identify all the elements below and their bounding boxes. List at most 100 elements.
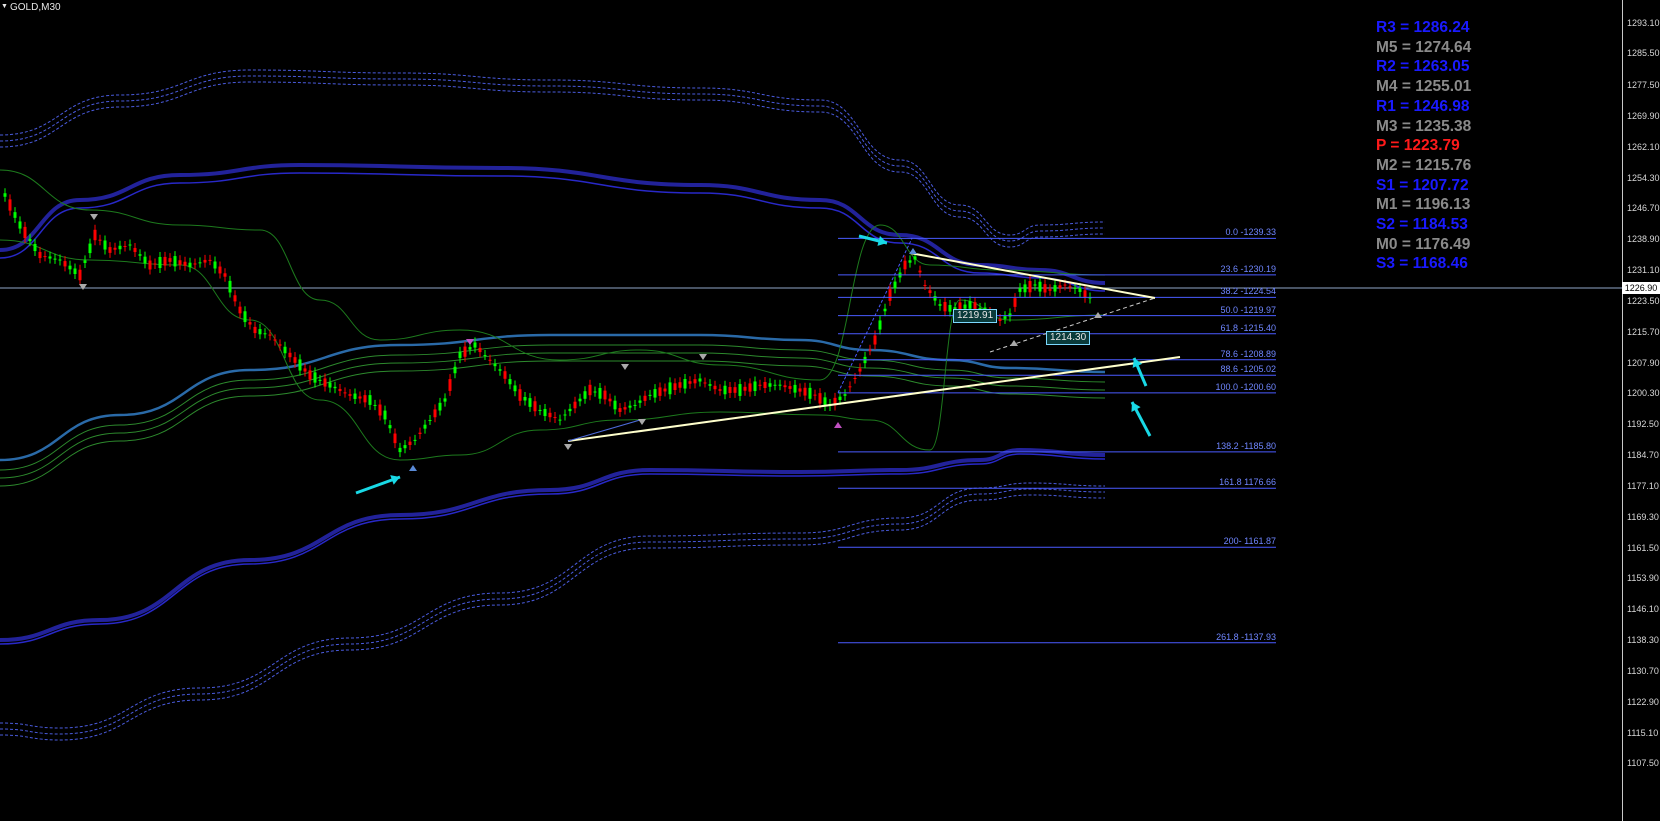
fib-level-label: 100.0 -1200.60	[1215, 381, 1276, 392]
pivot-value: 1235.38	[1415, 117, 1472, 135]
fractal-marker	[564, 444, 572, 450]
candle-body	[38, 251, 42, 259]
candle-body	[338, 388, 342, 392]
pivot-value: 1274.64	[1415, 38, 1472, 56]
pivot-name: M4	[1376, 78, 1398, 96]
candle-body	[678, 382, 682, 388]
price-tick-label: 1115.10	[1627, 727, 1659, 738]
candle-body	[403, 445, 407, 449]
candle-body	[548, 412, 552, 418]
candle-body	[598, 387, 602, 399]
pivot-name: M0	[1376, 235, 1398, 253]
pivot-level-s3: S3 = 1168.46	[1376, 254, 1506, 274]
candle-body	[328, 382, 332, 388]
upper-band-line	[0, 172, 1106, 292]
price-tick-label: 1177.10	[1627, 480, 1659, 491]
candle-body	[908, 260, 912, 263]
pivot-equals: =	[1390, 137, 1404, 155]
candle-body	[393, 433, 397, 444]
candle-body	[193, 263, 197, 265]
candle-body	[523, 396, 527, 401]
candle-body	[473, 342, 477, 348]
candle-body	[538, 409, 542, 411]
candle-body	[513, 385, 517, 392]
fractal-marker	[699, 354, 707, 360]
pivot-level-m4: M4 = 1255.01	[1376, 77, 1506, 97]
price-tick-label: 1293.10	[1627, 18, 1660, 28]
candle-body	[198, 262, 202, 264]
candle-body	[133, 247, 137, 253]
pivot-value: 1184.53	[1412, 216, 1468, 234]
candle-body	[383, 410, 387, 420]
candle-body	[933, 296, 937, 301]
candle-body	[33, 243, 37, 252]
candle-body	[418, 432, 422, 435]
candle-body	[58, 259, 62, 261]
candle-body	[968, 301, 972, 309]
candle-body	[688, 381, 692, 384]
candle-body	[658, 387, 662, 396]
pivot-equals: =	[1397, 117, 1416, 135]
candle-body	[878, 320, 882, 330]
candle-body	[228, 280, 232, 293]
candle-body	[843, 394, 847, 396]
candle-body	[1038, 281, 1042, 292]
pivot-name: M1	[1376, 196, 1398, 214]
candle-body	[63, 261, 67, 267]
price-tick-label: 1269.90	[1627, 110, 1660, 121]
candle-body	[813, 394, 817, 396]
candle-body	[573, 401, 577, 409]
candle-body	[293, 357, 297, 363]
candle-body	[158, 256, 162, 269]
pivot-equals: =	[1395, 19, 1414, 36]
candle-body	[1028, 281, 1032, 293]
candle-body	[373, 404, 377, 406]
candle-body	[708, 384, 712, 386]
upper-envelope-line	[0, 75, 1106, 242]
candle-body	[348, 394, 352, 396]
pivot-name: R2	[1376, 58, 1396, 76]
pivot-value: 1168.46	[1412, 255, 1468, 273]
candle-body	[18, 221, 22, 229]
candle-body	[753, 381, 757, 392]
pivot-value: 1196.13	[1415, 196, 1471, 214]
candle-body	[458, 351, 462, 359]
fib-level-label: 200- 1161.87	[1223, 536, 1276, 547]
candle-body	[533, 401, 537, 412]
candle-body	[728, 387, 732, 393]
candle-body	[518, 389, 522, 401]
price-tick-label: 1184.70	[1627, 450, 1659, 461]
pivot-value: 1215.76	[1415, 156, 1472, 174]
middle-band-line	[0, 344, 1106, 471]
candle-body	[258, 329, 262, 335]
candle-body	[893, 281, 897, 289]
candle-body	[588, 384, 592, 396]
candle-body	[168, 258, 172, 262]
candle-body	[148, 260, 152, 270]
pivot-value: 1263.05	[1413, 58, 1470, 76]
candle-body	[1073, 287, 1077, 289]
pivot-equals: =	[1397, 196, 1416, 214]
candle-body	[138, 254, 142, 256]
candle-body	[913, 256, 917, 260]
pivot-name: R1	[1376, 97, 1396, 115]
candle-body	[1063, 284, 1067, 286]
pivot-level-p: P = 1223.79	[1376, 136, 1506, 156]
price-tick-label: 1153.90	[1627, 573, 1659, 583]
pivot-level-r2: R2 = 1263.05	[1376, 57, 1506, 77]
price-tick-label: 1161.50	[1627, 542, 1659, 553]
candle-body	[298, 359, 302, 371]
candle-body	[213, 261, 217, 269]
candle-body	[873, 335, 877, 345]
candle-body	[1008, 313, 1012, 317]
upper-envelope-line	[0, 69, 1106, 236]
upper-envelope-line	[0, 81, 1106, 248]
candle-body	[288, 352, 292, 358]
swing-line	[567, 419, 641, 442]
candle-body	[218, 266, 222, 274]
candle-body	[343, 392, 347, 394]
fractal-marker	[621, 364, 629, 370]
pivot-name: S2	[1376, 216, 1395, 234]
candle-body	[1048, 289, 1052, 291]
fractal-marker	[909, 248, 917, 254]
